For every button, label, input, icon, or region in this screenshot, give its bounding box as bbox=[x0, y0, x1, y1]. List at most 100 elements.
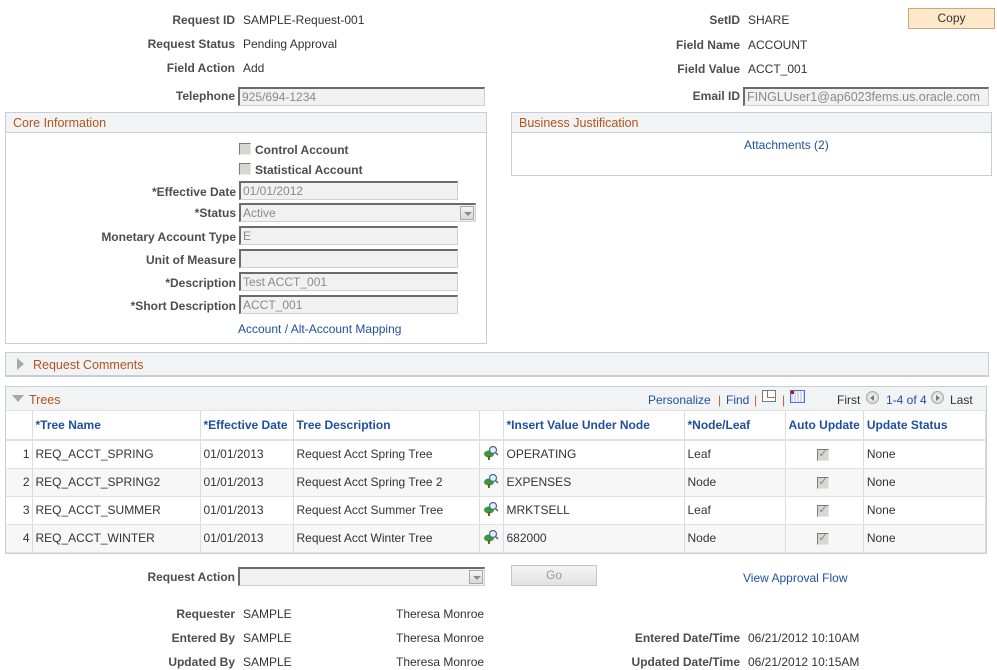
column-header-insert-value[interactable]: *Insert Value Under Node bbox=[503, 411, 685, 441]
short-description-field[interactable]: ACCT_001 bbox=[239, 295, 458, 314]
insert-value-cell: 682000 bbox=[503, 524, 685, 553]
insert-value-cell: EXPENSES bbox=[503, 468, 685, 497]
requester-label: Requester bbox=[176, 607, 235, 621]
trees-table: *Tree Name *Effective Date Tree Descript… bbox=[6, 411, 987, 553]
insert-value-cell: MRKTSELL bbox=[503, 496, 685, 525]
trees-grid: Trees Personalize | Find | | First 1-4 o… bbox=[5, 386, 987, 554]
effective-date-cell: 01/01/2013 bbox=[200, 440, 294, 469]
telephone-field[interactable]: 925/694-1234 bbox=[238, 87, 485, 106]
tree-viewer-icon[interactable] bbox=[479, 468, 504, 497]
copy-button[interactable]: Copy bbox=[908, 8, 995, 29]
tree-viewer-icon[interactable] bbox=[479, 524, 504, 553]
update-status-cell: None bbox=[863, 440, 987, 469]
setid-value: SHARE bbox=[748, 13, 790, 27]
request-status-value: Pending Approval bbox=[243, 37, 338, 51]
entered-datetime-value: 06/21/2012 10:10AM bbox=[748, 631, 860, 645]
description-label: *Description bbox=[165, 276, 236, 290]
email-label: Email ID bbox=[692, 89, 740, 103]
requester-id: SAMPLE bbox=[243, 607, 292, 621]
updated-datetime-value: 06/21/2012 10:15AM bbox=[748, 655, 860, 669]
auto-update-checkbox[interactable] bbox=[816, 503, 829, 517]
node-leaf-cell: Node bbox=[684, 468, 786, 497]
column-header-node-leaf[interactable]: *Node/Leaf bbox=[684, 411, 786, 441]
setid-label: SetID bbox=[709, 13, 740, 27]
monetary-type-label: Monetary Account Type bbox=[101, 230, 236, 244]
tree-description-cell: Request Acct Spring Tree bbox=[293, 440, 480, 469]
description-field[interactable]: Test ACCT_001 bbox=[239, 272, 458, 291]
entered-datetime-label: Entered Date/Time bbox=[634, 631, 740, 645]
chevron-down-icon[interactable] bbox=[460, 206, 474, 220]
field-action-label: Field Action bbox=[166, 61, 235, 75]
tree-name-cell: REQ_ACCT_SPRING bbox=[32, 440, 201, 469]
find-link[interactable]: Find bbox=[726, 393, 749, 407]
last-label: Last bbox=[950, 393, 973, 407]
tree-name-cell: REQ_ACCT_WINTER bbox=[32, 524, 201, 553]
chevron-down-icon[interactable] bbox=[469, 570, 483, 584]
tree-description-cell: Request Acct Spring Tree 2 bbox=[293, 468, 480, 497]
updated-by-label: Updated By bbox=[168, 655, 235, 669]
column-header-effective-date[interactable]: *Effective Date bbox=[200, 411, 294, 441]
node-leaf-cell: Node bbox=[684, 524, 786, 553]
update-status-cell: None bbox=[863, 524, 987, 553]
tree-name-cell: REQ_ACCT_SUMMER bbox=[32, 496, 201, 525]
auto-update-checkbox[interactable] bbox=[816, 531, 829, 545]
field-name-label: Field Name bbox=[675, 38, 740, 52]
requester-name: Theresa Monroe bbox=[396, 607, 485, 621]
request-comments-section[interactable]: Request Comments bbox=[5, 352, 989, 377]
next-icon[interactable] bbox=[931, 391, 944, 404]
account-mapping-link[interactable]: Account / Alt-Account Mapping bbox=[238, 322, 401, 336]
request-id-label: Request ID bbox=[172, 13, 235, 27]
auto-update-checkbox[interactable] bbox=[816, 475, 829, 489]
effective-date-cell: 01/01/2013 bbox=[200, 468, 294, 497]
row-number: 2 bbox=[6, 468, 33, 497]
control-account-checkbox[interactable] bbox=[239, 143, 251, 155]
control-account-label: Control Account bbox=[255, 143, 349, 157]
personalize-link[interactable]: Personalize bbox=[648, 393, 711, 407]
field-action-value: Add bbox=[243, 61, 265, 75]
separator: | bbox=[782, 393, 786, 407]
auto-update-checkbox[interactable] bbox=[816, 447, 829, 461]
attachments-link[interactable]: Attachments (2) bbox=[744, 138, 829, 152]
field-value-value: ACCT_001 bbox=[748, 62, 808, 76]
effective-date-label: *Effective Date bbox=[151, 185, 236, 199]
column-header-update-status[interactable]: Update Status bbox=[863, 411, 987, 441]
table-header-row: *Tree Name *Effective Date Tree Descript… bbox=[6, 411, 987, 441]
entered-by-id: SAMPLE bbox=[243, 631, 292, 645]
effective-date-cell: 01/01/2013 bbox=[200, 524, 294, 553]
previous-icon[interactable] bbox=[866, 391, 879, 404]
column-header-auto-update[interactable]: Auto Update bbox=[785, 411, 864, 441]
status-value: Active bbox=[243, 206, 276, 220]
effective-date-field[interactable]: 01/01/2012 bbox=[239, 181, 458, 200]
update-status-cell: None bbox=[863, 468, 987, 497]
request-action-dropdown[interactable] bbox=[238, 567, 485, 586]
trees-grid-header: Trees Personalize | Find | | First 1-4 o… bbox=[6, 387, 986, 411]
monetary-type-field[interactable]: E bbox=[239, 226, 458, 245]
request-action-label: Request Action bbox=[147, 570, 235, 584]
expand-arrow-icon[interactable] bbox=[17, 358, 24, 370]
field-name-value: ACCOUNT bbox=[748, 38, 808, 52]
separator: | bbox=[718, 393, 722, 407]
new-window-icon[interactable] bbox=[762, 390, 776, 402]
download-spreadsheet-icon[interactable] bbox=[790, 390, 805, 403]
statistical-account-checkbox[interactable] bbox=[239, 163, 251, 175]
go-button[interactable]: Go bbox=[511, 565, 597, 586]
updated-datetime-label: Updated Date/Time bbox=[631, 655, 740, 669]
insert-value-cell: OPERATING bbox=[503, 440, 685, 469]
tree-viewer-icon[interactable] bbox=[479, 496, 504, 525]
separator: | bbox=[754, 393, 758, 407]
status-dropdown[interactable]: Active bbox=[239, 203, 476, 222]
tree-viewer-icon[interactable] bbox=[479, 440, 504, 469]
node-leaf-cell: Leaf bbox=[684, 496, 786, 525]
statistical-account-label: Statistical Account bbox=[255, 163, 363, 177]
uom-label: Unit of Measure bbox=[145, 253, 236, 267]
tree-name-cell: REQ_ACCT_SPRING2 bbox=[32, 468, 201, 497]
column-header-tree-name[interactable]: *Tree Name bbox=[32, 411, 201, 441]
collapse-arrow-icon[interactable] bbox=[12, 395, 24, 402]
request-status-label: Request Status bbox=[147, 37, 235, 51]
field-value-label: Field Value bbox=[677, 62, 740, 76]
uom-field[interactable] bbox=[239, 249, 458, 268]
email-field[interactable]: FINGLUser1@ap6023fems.us.oracle.com bbox=[743, 87, 989, 106]
column-header-tree-description[interactable]: Tree Description bbox=[293, 411, 480, 441]
tree-description-cell: Request Acct Summer Tree bbox=[293, 496, 480, 525]
view-approval-flow-link[interactable]: View Approval Flow bbox=[743, 571, 848, 585]
